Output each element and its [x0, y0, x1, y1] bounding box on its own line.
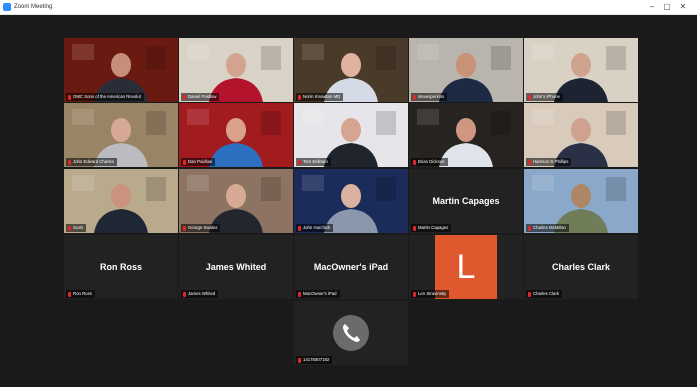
participant-name: Tom Sellman — [303, 159, 328, 164]
participant-name: Charles Clark — [533, 291, 560, 296]
participant-name-label: OMC Sons of the American Revolut — [66, 93, 144, 101]
participant-tile[interactable]: Dan Poidlow — [179, 103, 293, 167]
participant-name-label: Dan Poidlow — [181, 158, 216, 166]
maximize-button[interactable]: ▢ — [661, 1, 673, 13]
muted-mic-icon — [528, 94, 531, 100]
muted-mic-icon — [528, 159, 531, 165]
participant-name: Harrison D Phillips — [533, 159, 569, 164]
participant-name: John Hurchick — [303, 225, 331, 230]
muted-mic-icon — [298, 159, 301, 165]
participant-name: George Swales — [188, 225, 218, 230]
participant-name-label: John's iPhone — [526, 93, 563, 101]
muted-mic-icon — [413, 159, 416, 165]
participant-name-label: John Hurchick — [296, 224, 334, 232]
participant-tile[interactable]: stevesperkins — [409, 38, 523, 102]
participant-name: Dan Poidlow — [188, 159, 213, 164]
close-button[interactable]: ✕ — [677, 1, 689, 13]
participant-name-label: George Swales — [181, 224, 221, 232]
muted-mic-icon — [413, 225, 416, 231]
muted-mic-icon — [68, 159, 71, 165]
participant-tile[interactable]: John's iPhone — [524, 38, 638, 102]
participant-name: Charles McMillan — [533, 225, 566, 230]
muted-mic-icon — [68, 225, 71, 231]
participant-tile[interactable]: Daniel Poidlow — [179, 38, 293, 102]
muted-mic-icon — [298, 94, 301, 100]
participant-tile[interactable]: Norm Knowlton MD — [294, 38, 408, 102]
participant-name-label: Tom Sellman — [296, 158, 331, 166]
participant-tile[interactable]: James Whited James Whited — [179, 235, 293, 299]
participant-name: Brian Dickson — [418, 159, 445, 164]
muted-mic-icon — [183, 159, 186, 165]
participant-tile[interactable]: MacOwner's iPad MacOwner's iPad — [294, 235, 408, 299]
muted-mic-icon — [528, 225, 531, 231]
muted-mic-icon — [68, 291, 71, 297]
participant-tile[interactable]: John Hurchick — [294, 169, 408, 233]
participant-name-label: Charles McMillan — [526, 224, 569, 232]
participant-name-label: Norm Knowlton MD — [296, 93, 344, 101]
participant-tile[interactable]: OMC Sons of the American Revolut — [64, 38, 178, 102]
muted-mic-icon — [298, 225, 301, 231]
participant-tile[interactable]: Brian Dickson — [409, 103, 523, 167]
participant-name: John Edward Charles — [73, 159, 115, 164]
window-title: Zoom Meeting — [14, 4, 53, 10]
muted-mic-icon — [298, 291, 301, 297]
participant-name: Daniel Poidlow — [188, 94, 217, 99]
muted-mic-icon — [183, 225, 186, 231]
participant-tile[interactable]: Harrison D Phillips — [524, 103, 638, 167]
participant-tile[interactable]: 14175507192 — [294, 301, 408, 365]
muted-mic-icon — [183, 291, 186, 297]
participant-name: Norm Knowlton MD — [303, 94, 341, 99]
minimize-button[interactable]: – — [646, 1, 658, 13]
phone-icon — [333, 315, 369, 351]
participant-tile[interactable]: L Len Stravinsky — [409, 235, 523, 299]
participant-name-label: stevesperkins — [411, 93, 448, 101]
zoom-app-icon — [3, 3, 11, 11]
title-bar: Zoom Meeting – ▢ ✕ — [0, 0, 697, 15]
participant-name-label: Daniel Poidlow — [181, 93, 220, 101]
muted-mic-icon — [528, 291, 531, 297]
participant-name: Ron Ross — [73, 291, 92, 296]
participant-tile[interactable]: John Edward Charles — [64, 103, 178, 167]
muted-mic-icon — [68, 94, 71, 100]
participant-name-label: John Edward Charles — [66, 158, 118, 166]
participant-name-label: Harrison D Phillips — [526, 158, 572, 166]
participant-name-label: 14175507192 — [296, 356, 333, 364]
muted-mic-icon — [413, 94, 416, 100]
participant-name-label: Charles Clark — [526, 290, 563, 298]
gallery-view: OMC Sons of the American Revolut Daniel P… — [0, 15, 697, 387]
participant-tile[interactable]: Scott — [64, 169, 178, 233]
participant-name-label: Martin Capages — [411, 224, 452, 232]
participant-name-label: Brian Dickson — [411, 158, 448, 166]
participant-tile[interactable]: George Swales — [179, 169, 293, 233]
participant-name-label: MacOwner's iPad — [296, 290, 340, 298]
participant-name: stevesperkins — [418, 94, 445, 99]
participant-name-label: Len Stravinsky — [411, 290, 450, 298]
participant-name: OMC Sons of the American Revolut — [73, 94, 141, 99]
participant-name-label: Ron Ross — [66, 290, 95, 298]
participant-tile[interactable]: Charles McMillan — [524, 169, 638, 233]
participant-name: James Whited — [188, 291, 216, 296]
participant-tile[interactable]: Charles Clark Charles Clark — [524, 235, 638, 299]
muted-mic-icon — [298, 357, 301, 363]
participant-name: Scott — [73, 225, 83, 230]
participant-name: MacOwner's iPad — [303, 291, 337, 296]
participant-tile[interactable]: Ron Ross Ron Ross — [64, 235, 178, 299]
participant-name: Len Stravinsky — [418, 291, 447, 296]
participant-name: John's iPhone — [533, 94, 560, 99]
muted-mic-icon — [183, 94, 186, 100]
participant-name-label: James Whited — [181, 290, 219, 298]
participant-name-label: Scott — [66, 224, 86, 232]
muted-mic-icon — [413, 291, 416, 297]
participant-name: Martin Capages — [418, 225, 449, 230]
participant-tile[interactable]: Martin Capages Martin Capages — [409, 169, 523, 233]
participant-name: 14175507192 — [303, 357, 330, 362]
participant-tile[interactable]: Tom Sellman — [294, 103, 408, 167]
